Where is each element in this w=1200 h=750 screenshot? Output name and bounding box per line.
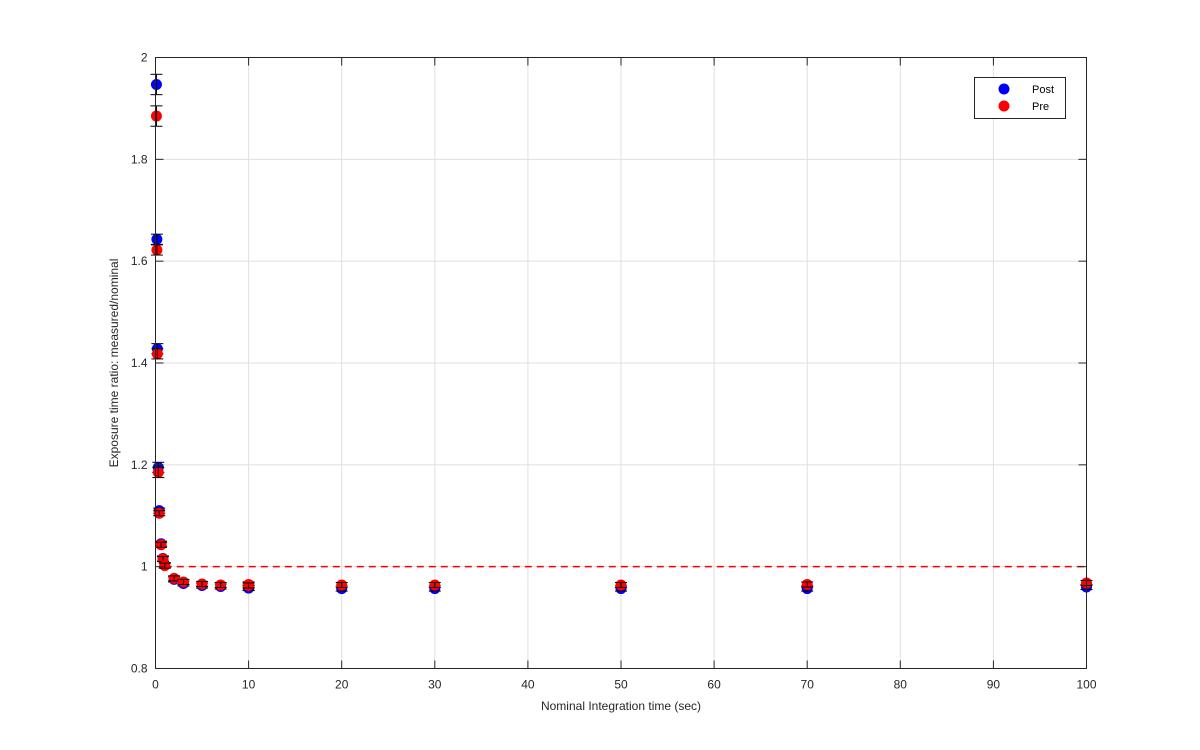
x-tick-label: 80 xyxy=(894,678,908,692)
y-tick-label: 2 xyxy=(141,51,148,65)
x-axis-label: Nominal Integration time (sec) xyxy=(541,699,701,713)
y-tick-label: 1.4 xyxy=(131,356,148,370)
legend-post-label: Post xyxy=(1032,84,1054,96)
legend-pre-label: Pre xyxy=(1032,101,1049,113)
x-tick-label: 100 xyxy=(1076,678,1096,692)
x-tick-label: 70 xyxy=(801,678,815,692)
y-tick-label: 1 xyxy=(141,560,148,574)
legend: Post Pre xyxy=(974,77,1066,119)
y-tick-label: 1.8 xyxy=(131,152,148,166)
scatter-chart: 0 10 20 30 40 50 60 70 80 90 1000.811.21.41.61.82 … xyxy=(0,0,1200,750)
legend-pre-marker xyxy=(998,100,1010,112)
x-tick-label: 90 xyxy=(987,678,1001,692)
x-tick-label: 20 xyxy=(335,678,349,692)
y-tick-label: 1.2 xyxy=(131,458,148,472)
x-tick-label: 10 xyxy=(242,678,256,692)
x-tick-label: 50 xyxy=(614,678,628,692)
x-tick-label: 40 xyxy=(521,678,535,692)
x-tick-label: 30 xyxy=(428,678,442,692)
x-tick-label: 60 xyxy=(707,678,721,692)
legend-post-marker xyxy=(998,83,1010,95)
x-tick-label: 0 xyxy=(152,678,159,692)
y-tick-label: 0.8 xyxy=(131,662,148,676)
y-axis-label: Exposure time ratio: measured/nominal xyxy=(107,259,121,468)
y-tick-label: 1.6 xyxy=(131,254,148,268)
